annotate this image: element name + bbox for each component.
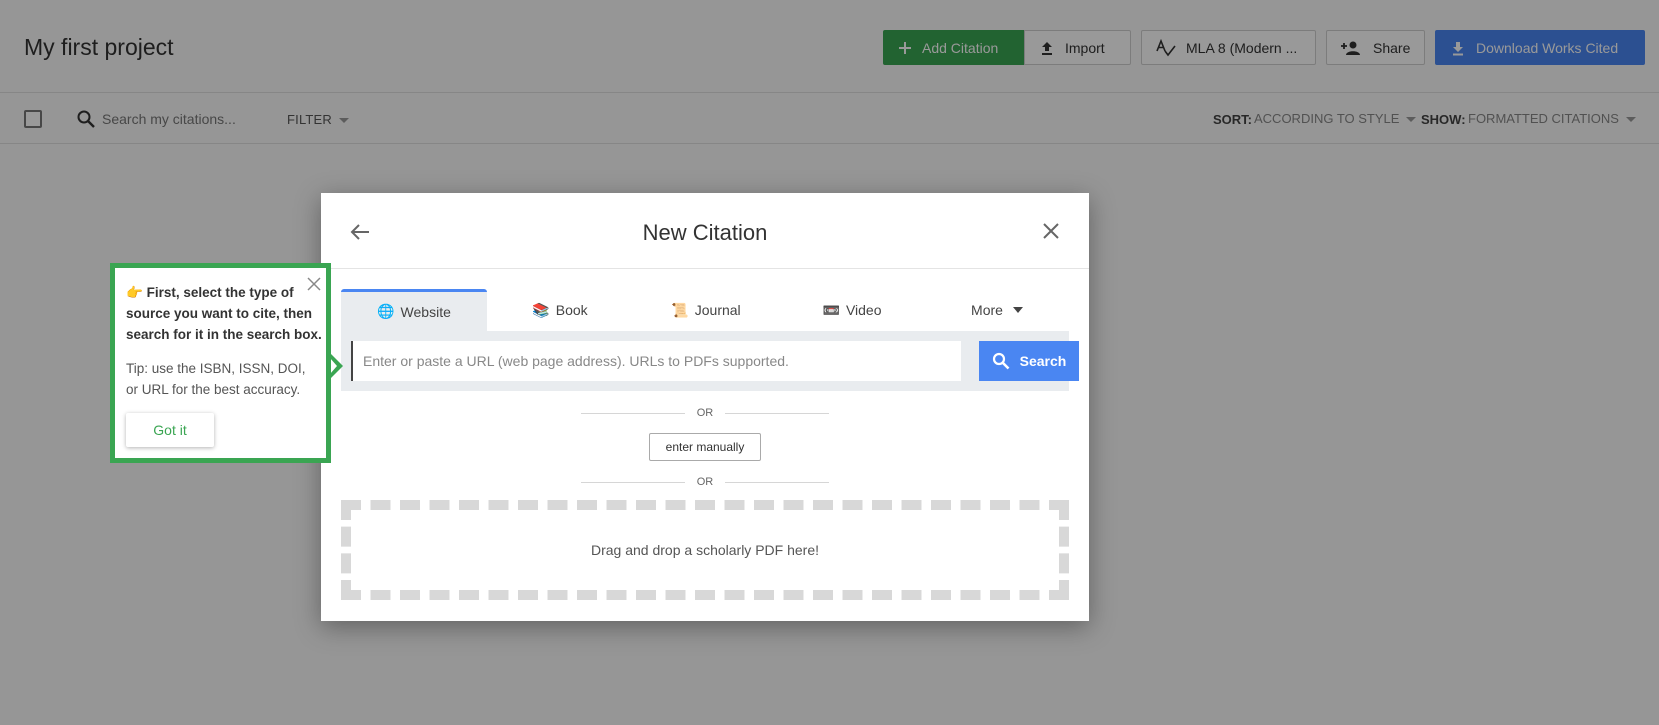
search-icon: [992, 352, 1010, 370]
divider-line: [725, 481, 829, 483]
tip-pointer-inner: [330, 358, 337, 374]
got-it-button[interactable]: Got it: [126, 413, 214, 447]
search-button[interactable]: Search: [979, 341, 1079, 381]
source-type-tabs: 🌐 Website 📚 Book 📜 Journal 📼 Video More: [341, 289, 1069, 331]
tab-journal[interactable]: 📜 Journal: [633, 289, 779, 331]
tab-book[interactable]: 📚 Book: [487, 289, 633, 331]
or-divider: OR: [581, 406, 829, 420]
divider-line: [581, 412, 685, 414]
enter-manually-button[interactable]: enter manually: [649, 433, 761, 461]
divider-line: [581, 481, 685, 483]
modal-header: New Citation: [321, 193, 1089, 269]
tip-instruction: 👉 First, select the type of source you w…: [126, 282, 326, 345]
tab-website-label: Website: [400, 303, 451, 320]
videocassette-icon: 📼: [822, 301, 840, 318]
pointing-hand-icon: 👉: [126, 285, 143, 300]
globe-icon: 🌐: [377, 303, 395, 319]
divider-line: [725, 412, 829, 414]
scroll-icon: 📜: [671, 301, 689, 318]
caret-down-icon: [1012, 307, 1023, 313]
tab-more-label: More: [971, 302, 1003, 318]
new-citation-modal: New Citation 🌐 Website 📚 Book 📜 Journal …: [321, 193, 1089, 621]
tab-journal-label: Journal: [694, 302, 741, 318]
close-icon[interactable]: [1041, 221, 1061, 241]
or-text: OR: [696, 407, 714, 419]
tip-instruction-text: First, select the type of source you wan…: [126, 285, 322, 342]
pdf-dropzone[interactable]: Drag and drop a scholarly PDF here!: [341, 500, 1069, 600]
tab-website[interactable]: 🌐 Website: [341, 289, 487, 331]
modal-title: New Citation: [642, 220, 768, 245]
tab-more[interactable]: More: [925, 289, 1069, 331]
or-text: OR: [696, 476, 714, 488]
tab-video[interactable]: 📼 Video: [779, 289, 925, 331]
source-search-row: Search: [341, 331, 1079, 391]
tab-book-label: Book: [555, 302, 588, 318]
dropzone-text: Drag and drop a scholarly PDF here!: [591, 542, 819, 558]
onboarding-tip: 👉 First, select the type of source you w…: [110, 263, 331, 463]
books-icon: 📚: [532, 301, 550, 318]
or-divider: OR: [581, 475, 829, 489]
search-button-label: Search: [1019, 353, 1067, 369]
url-search-input[interactable]: [351, 341, 961, 381]
tip-hint: Tip: use the ISBN, ISSN, DOI, or URL for…: [126, 361, 306, 397]
tab-video-label: Video: [845, 302, 882, 318]
